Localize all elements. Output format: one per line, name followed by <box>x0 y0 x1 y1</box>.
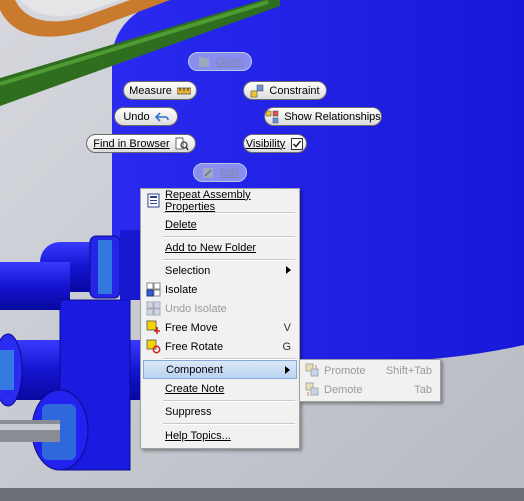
menu-label: Selection <box>165 264 211 277</box>
find-in-browser-button[interactable]: Find in Browser <box>86 134 196 153</box>
show-relationships-button[interactable]: Show Relationships <box>264 107 382 126</box>
menu-label: Undo Isolate <box>165 302 227 315</box>
menu-item-repeat-assembly-properties[interactable]: Repeat Assembly Properties <box>143 188 297 213</box>
menu-shortcut: V <box>283 321 291 334</box>
menu-label: Free Rotate <box>165 340 224 353</box>
open-icon <box>197 55 211 69</box>
find-browser-icon <box>175 137 189 151</box>
menu-item-promote[interactable]: Promote Shift+Tab <box>302 361 438 380</box>
menu-item-undo-isolate[interactable]: Undo Isolate <box>143 299 297 318</box>
menu-item-isolate[interactable]: Isolate <box>143 280 297 299</box>
visibility-button[interactable]: Visibility <box>243 134 307 153</box>
menu-item-component[interactable]: Component <box>143 360 297 379</box>
menu-label: Component <box>166 363 223 376</box>
undo-arrow-icon <box>154 110 169 124</box>
menu-item-demote[interactable]: Demote Tab <box>302 380 438 399</box>
menu-label: Suppress <box>165 405 212 418</box>
open-button[interactable]: Open <box>188 52 252 71</box>
isolate-icon <box>146 282 161 297</box>
ruler-icon <box>176 84 191 98</box>
free-rotate-icon <box>146 339 161 354</box>
menu-item-free-rotate[interactable]: Free Rotate G <box>143 337 297 356</box>
menu-label: Help Topics... <box>165 429 231 442</box>
constraint-label: Constraint <box>269 84 320 97</box>
undo-isolate-icon <box>146 301 161 316</box>
properties-icon <box>146 193 161 208</box>
demote-icon <box>305 382 320 397</box>
menu-label: Promote <box>324 364 366 377</box>
menu-separator <box>163 212 295 214</box>
measure-button[interactable]: Measure <box>123 81 197 100</box>
edit-label: Edit <box>220 166 239 179</box>
undo-button[interactable]: Undo <box>114 107 178 126</box>
menu-label: Repeat Assembly Properties <box>165 188 251 213</box>
menu-label: Delete <box>165 218 197 231</box>
submenu-arrow-icon <box>285 366 290 374</box>
menu-label: Create Note <box>165 382 225 395</box>
constraint-button[interactable]: Constraint <box>243 81 327 100</box>
menu-label: Isolate <box>165 283 198 296</box>
menu-item-selection[interactable]: Selection <box>143 261 297 280</box>
context-menu: Repeat Assembly Properties Delete Add to… <box>140 188 300 449</box>
menu-item-delete[interactable]: Delete <box>143 215 297 234</box>
menu-item-free-move[interactable]: Free Move V <box>143 318 297 337</box>
edit-icon <box>201 166 215 180</box>
menu-shortcut: Shift+Tab <box>385 364 432 377</box>
visibility-label: Visibility <box>245 137 286 150</box>
free-move-icon <box>146 320 161 335</box>
menu-label: Free Move <box>165 321 218 334</box>
promote-icon <box>305 363 320 378</box>
menu-label: Demote <box>324 383 363 396</box>
menu-separator <box>163 423 295 425</box>
constraint-icon <box>250 84 264 98</box>
menu-item-help-topics[interactable]: Help Topics... <box>143 426 297 445</box>
checkbox-checked-icon <box>290 137 304 151</box>
find-in-browser-label: Find in Browser <box>93 137 170 150</box>
show-relationships-label: Show Relationships <box>284 110 381 123</box>
measure-label: Measure <box>129 84 172 97</box>
menu-item-create-note[interactable]: Create Note <box>143 379 297 398</box>
component-submenu: Promote Shift+Tab Demote Tab <box>299 359 441 402</box>
menu-item-suppress[interactable]: Suppress <box>143 402 297 421</box>
menu-shortcut: Tab <box>414 383 432 396</box>
submenu-arrow-icon <box>286 266 291 274</box>
menu-label: Add to New Folder <box>165 241 257 254</box>
undo-label: Undo <box>123 110 150 123</box>
open-label: Open <box>216 55 243 68</box>
relationships-icon <box>265 110 279 124</box>
edit-button[interactable]: Edit <box>193 163 247 182</box>
menu-item-add-to-new-folder[interactable]: Add to New Folder <box>143 238 297 257</box>
menu-shortcut: G <box>282 340 291 353</box>
